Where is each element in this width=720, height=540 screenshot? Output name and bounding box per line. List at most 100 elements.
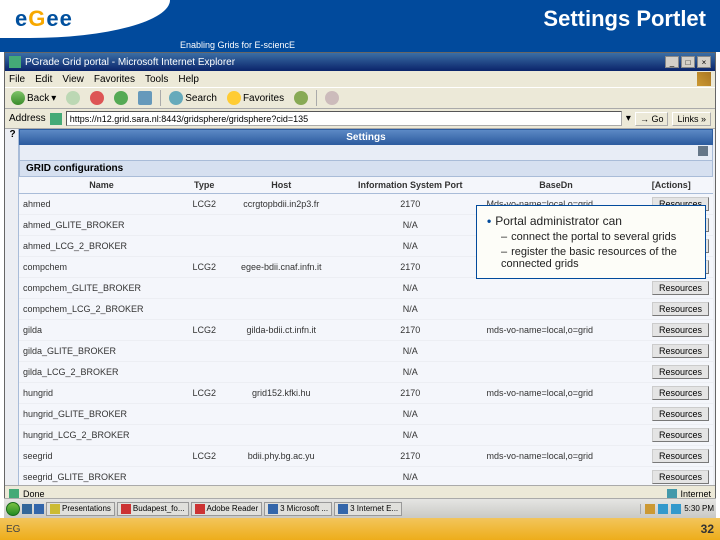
- cell-actions: Resources: [629, 446, 713, 467]
- cell-actions: Resources: [629, 299, 713, 320]
- forward-icon: [66, 91, 80, 105]
- back-button[interactable]: Back ▾: [9, 91, 58, 105]
- clock: 5:30 PM: [684, 504, 714, 513]
- cell-basedn: [482, 278, 629, 299]
- cell-port: 2170: [338, 320, 482, 341]
- logo-cap: eGee: [0, 0, 170, 38]
- search-button[interactable]: Search: [167, 91, 219, 105]
- cell-name: ahmed: [19, 194, 184, 215]
- cell-name: ahmed_GLITE_BROKER: [19, 215, 184, 236]
- slide-footer: EG 32: [0, 518, 720, 540]
- task-button[interactable]: Adobe Reader: [191, 502, 263, 516]
- favorites-button[interactable]: Favorites: [225, 91, 286, 105]
- table-row: gilda_LCG_2_BROKER N/A Resources: [19, 362, 713, 383]
- window-titlebar[interactable]: PGrade Grid portal - Microsoft Internet …: [5, 53, 715, 71]
- menu-help[interactable]: Help: [178, 74, 199, 85]
- table-row: compchem_LCG_2_BROKERN/AResources: [19, 299, 713, 320]
- tray-icon[interactable]: [645, 504, 655, 514]
- cell-type: [184, 215, 224, 236]
- page-icon: [50, 113, 62, 125]
- menu-edit[interactable]: Edit: [35, 74, 52, 85]
- cell-name: compchem_LCG_2_BROKER: [19, 299, 184, 320]
- menu-view[interactable]: View: [62, 74, 84, 85]
- address-input[interactable]: [66, 111, 622, 126]
- quicklaunch-icon[interactable]: [34, 504, 44, 514]
- portlet-header: Settings: [19, 129, 713, 145]
- resources-button[interactable]: Resources: [652, 281, 709, 295]
- task-button[interactable]: 3 Microsoft ...: [264, 502, 332, 516]
- windows-taskbar[interactable]: Presentations Budapest_fo... Adobe Reade…: [4, 498, 716, 518]
- cell-port: N/A: [338, 404, 482, 425]
- resources-button[interactable]: Resources: [652, 407, 709, 421]
- cell-name: gilda_LCG_2_BROKER: [19, 362, 184, 383]
- cell-basedn: mds-vo-name=local,o=grid: [482, 320, 629, 341]
- cell-actions: Resources: [629, 341, 713, 362]
- cell-port: 2170: [338, 257, 482, 278]
- cell-name: seegrid: [19, 446, 184, 467]
- maximize-button[interactable]: □: [681, 56, 695, 68]
- cell-host: [224, 362, 338, 383]
- window-mode-icon[interactable]: [698, 146, 708, 156]
- menu-file[interactable]: File: [9, 74, 25, 85]
- help-icon[interactable]: ?: [7, 129, 19, 485]
- links-button[interactable]: Links »: [672, 112, 711, 126]
- stop-button[interactable]: [88, 91, 106, 105]
- task-button[interactable]: Presentations: [46, 502, 115, 516]
- annotation-box: •Portal administrator can –connect the p…: [476, 205, 706, 279]
- home-button[interactable]: [136, 91, 154, 105]
- col-name: Name: [19, 177, 184, 194]
- resources-button[interactable]: Resources: [652, 302, 709, 316]
- cell-host: [224, 425, 338, 446]
- refresh-button[interactable]: [112, 91, 130, 105]
- cell-actions: Resources: [629, 425, 713, 446]
- system-tray[interactable]: 5:30 PM: [640, 504, 714, 514]
- quicklaunch-icon[interactable]: [22, 504, 32, 514]
- forward-button[interactable]: [64, 91, 82, 105]
- start-button[interactable]: [6, 502, 20, 516]
- table-row: hungridLCG2grid152.kfki.hu2170mds-vo-nam…: [19, 383, 713, 404]
- resources-button[interactable]: Resources: [652, 449, 709, 463]
- cell-type: LCG2: [184, 383, 224, 404]
- task-button[interactable]: Budapest_fo...: [117, 502, 189, 516]
- cell-port: N/A: [338, 425, 482, 446]
- cell-host: grid152.kfki.hu: [224, 383, 338, 404]
- address-dropdown[interactable]: ▾: [626, 113, 631, 124]
- footer-left: EG: [6, 524, 701, 535]
- resources-button[interactable]: Resources: [652, 470, 709, 484]
- cell-basedn: mds-vo-name=local,o=grid: [482, 446, 629, 467]
- resources-button[interactable]: Resources: [652, 323, 709, 337]
- menu-tools[interactable]: Tools: [145, 74, 168, 85]
- stop-icon: [90, 91, 104, 105]
- col-basedn: BaseDn: [482, 177, 629, 194]
- resources-button[interactable]: Resources: [652, 365, 709, 379]
- resources-button[interactable]: Resources: [652, 386, 709, 400]
- go-button[interactable]: → Go: [635, 112, 669, 126]
- cell-type: [184, 362, 224, 383]
- cell-type: LCG2: [184, 320, 224, 341]
- task-button[interactable]: 3 Internet E...: [334, 502, 402, 516]
- table-row: gildaLCG2gilda-bdii.ct.infn.it2170mds-vo…: [19, 320, 713, 341]
- table-row: hungrid_GLITE_BROKERN/AResources: [19, 404, 713, 425]
- cell-type: [184, 467, 224, 486]
- tray-icon[interactable]: [658, 504, 668, 514]
- cell-type: [184, 299, 224, 320]
- close-button[interactable]: ×: [697, 56, 711, 68]
- menu-favorites[interactable]: Favorites: [94, 74, 135, 85]
- col-host: Host: [224, 177, 338, 194]
- cell-port: 2170: [338, 446, 482, 467]
- mail-button[interactable]: [323, 91, 341, 105]
- tray-icon[interactable]: [671, 504, 681, 514]
- resources-button[interactable]: Resources: [652, 428, 709, 442]
- col-port: Information System Port: [338, 177, 482, 194]
- search-icon: [169, 91, 183, 105]
- resources-button[interactable]: Resources: [652, 344, 709, 358]
- cell-host: bdii.phy.bg.ac.yu: [224, 446, 338, 467]
- history-button[interactable]: [292, 91, 310, 105]
- minimize-button[interactable]: _: [665, 56, 679, 68]
- cell-type: [184, 425, 224, 446]
- cell-port: N/A: [338, 362, 482, 383]
- cell-port: N/A: [338, 278, 482, 299]
- cell-basedn: [482, 362, 629, 383]
- page-content: ? Settings GRID configurations Name Type…: [5, 129, 715, 485]
- mail-icon: [325, 91, 339, 105]
